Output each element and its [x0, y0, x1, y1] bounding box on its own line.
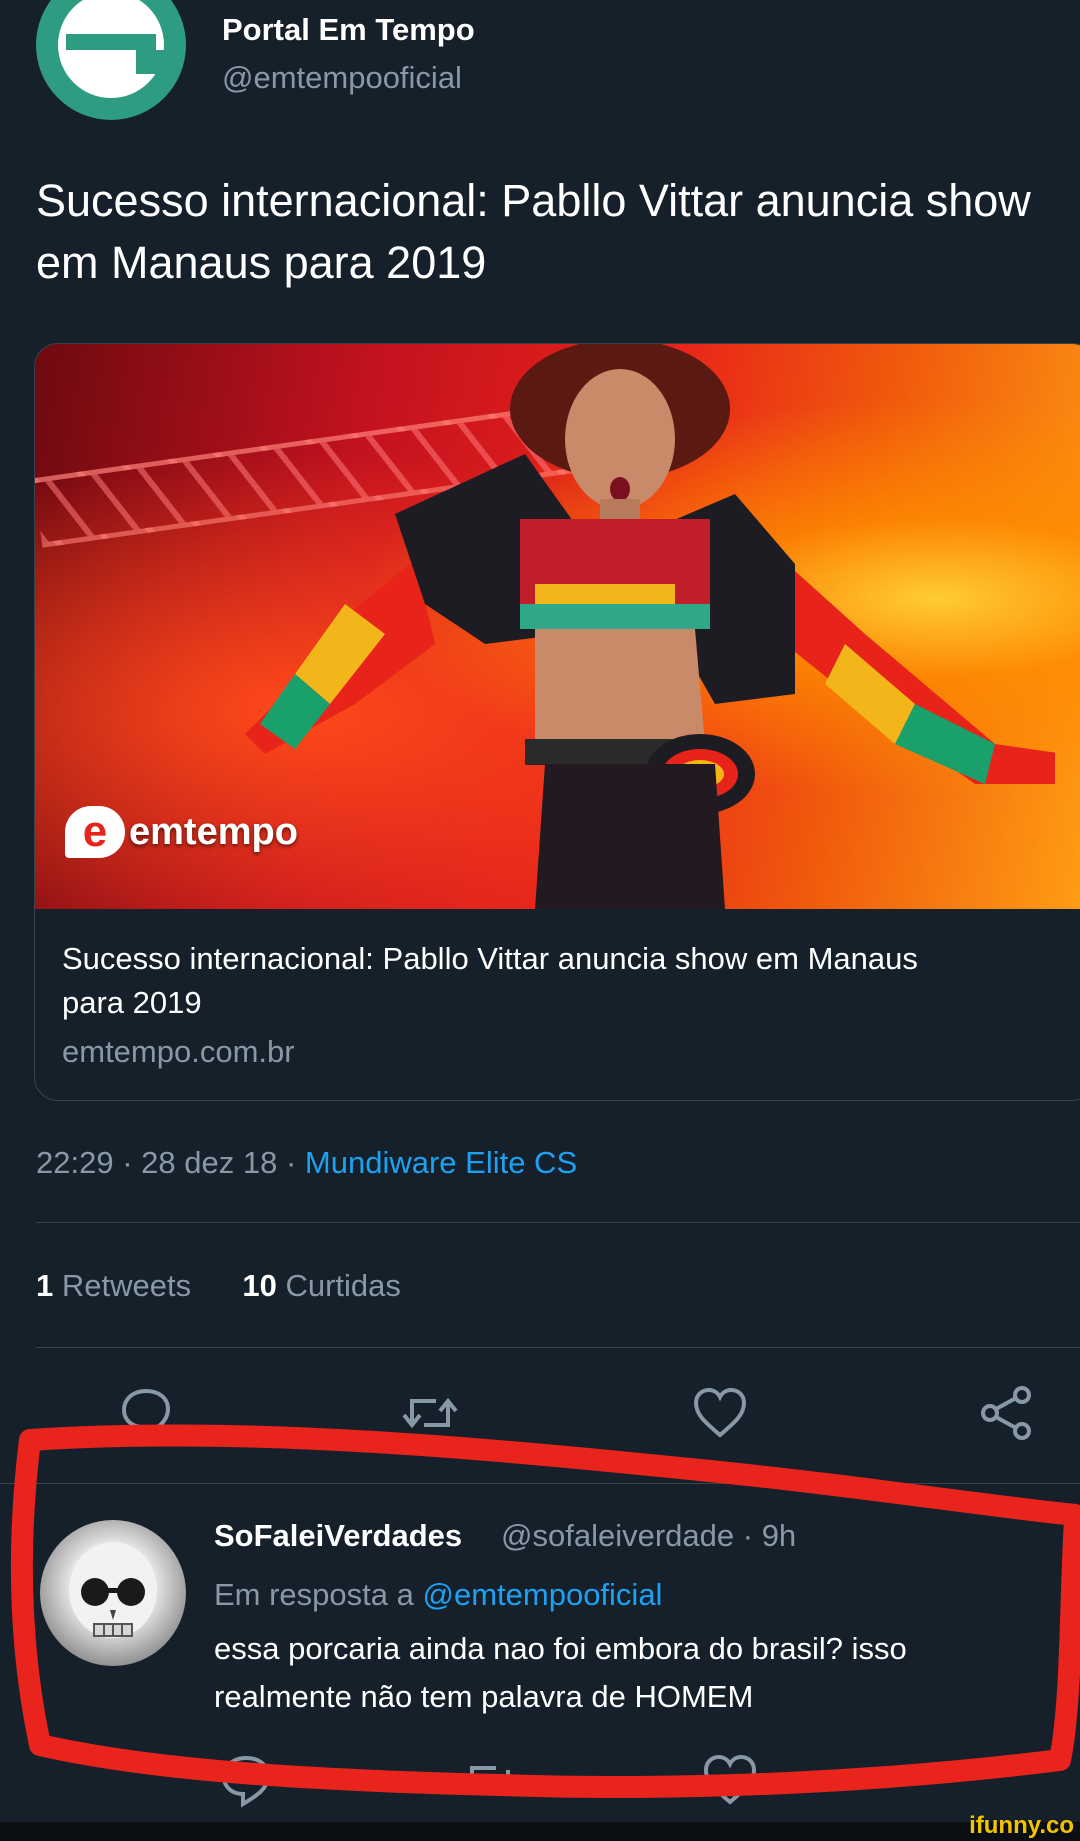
meta-separator: ·: [285, 1145, 297, 1180]
retweets-count[interactable]: 1: [36, 1268, 53, 1303]
skull-image: [69, 1542, 157, 1638]
retweet-icon[interactable]: [400, 1383, 460, 1443]
card-title: Sucesso internacional: Pabllo Vittar anu…: [62, 941, 918, 1020]
reply-handle-line: @sofaleiverdade · 9h: [501, 1518, 796, 1554]
tweet-date: 28 dez 18: [141, 1145, 278, 1180]
card-image: e emtempo: [35, 344, 1080, 909]
reply-text: essa porcaria ainda nao foi embora do br…: [214, 1631, 907, 1714]
meta-separator: ·: [122, 1145, 133, 1180]
reply-icon[interactable]: [116, 1383, 176, 1443]
reply-to-prefix: Em resposta a: [214, 1577, 414, 1612]
tweet-source[interactable]: Mundiware Elite CS: [305, 1145, 577, 1180]
like-icon[interactable]: [690, 1383, 750, 1443]
card-domain: emtempo.com.br: [62, 1034, 295, 1069]
retweet-icon[interactable]: [460, 1750, 520, 1810]
tweet-meta: 22:29 · 28 dez 18 · Mundiware Elite CS: [36, 1145, 577, 1181]
reply-icon[interactable]: [216, 1750, 276, 1810]
reply-age: 9h: [761, 1518, 797, 1553]
link-card[interactable]: e emtempo Sucesso internacional: Pabllo …: [34, 343, 1080, 1101]
reply-display-name[interactable]: SoFaleiVerdades: [214, 1518, 462, 1554]
emtempo-logo: e emtempo: [65, 799, 298, 865]
author-display-name[interactable]: Portal Em Tempo: [222, 12, 475, 48]
performer-figure: [245, 344, 1055, 909]
tweet-time: 22:29: [36, 1145, 114, 1180]
bottom-bar: [0, 1822, 1080, 1841]
ifunny-watermark: ifunny.co: [969, 1812, 1074, 1839]
divider: [36, 1347, 1080, 1348]
tweet-stats: 1 Retweets 10 Curtidas: [36, 1268, 401, 1304]
meta-separator: ·: [742, 1518, 754, 1553]
reply-author-avatar[interactable]: [40, 1520, 186, 1666]
likes-label[interactable]: Curtidas: [285, 1268, 400, 1303]
reply-handle[interactable]: @sofaleiverdade: [501, 1518, 734, 1553]
retweets-label[interactable]: Retweets: [62, 1268, 191, 1303]
reply-to-handle[interactable]: @emtempooficial: [423, 1577, 663, 1612]
divider: [0, 1483, 1080, 1484]
author-handle[interactable]: @emtempooficial: [222, 60, 462, 96]
emtempo-logo-badge: e: [65, 806, 125, 858]
tweet-text: Sucesso internacional: Pabllo Vittar anu…: [36, 175, 1031, 288]
author-avatar[interactable]: [36, 0, 186, 120]
divider: [36, 1222, 1080, 1223]
like-icon[interactable]: [700, 1750, 760, 1810]
emtempo-logo-text: emtempo: [129, 810, 298, 853]
share-icon[interactable]: [976, 1383, 1036, 1443]
likes-count[interactable]: 10: [242, 1268, 276, 1303]
reply-context: Em resposta a @emtempooficial: [214, 1577, 662, 1613]
